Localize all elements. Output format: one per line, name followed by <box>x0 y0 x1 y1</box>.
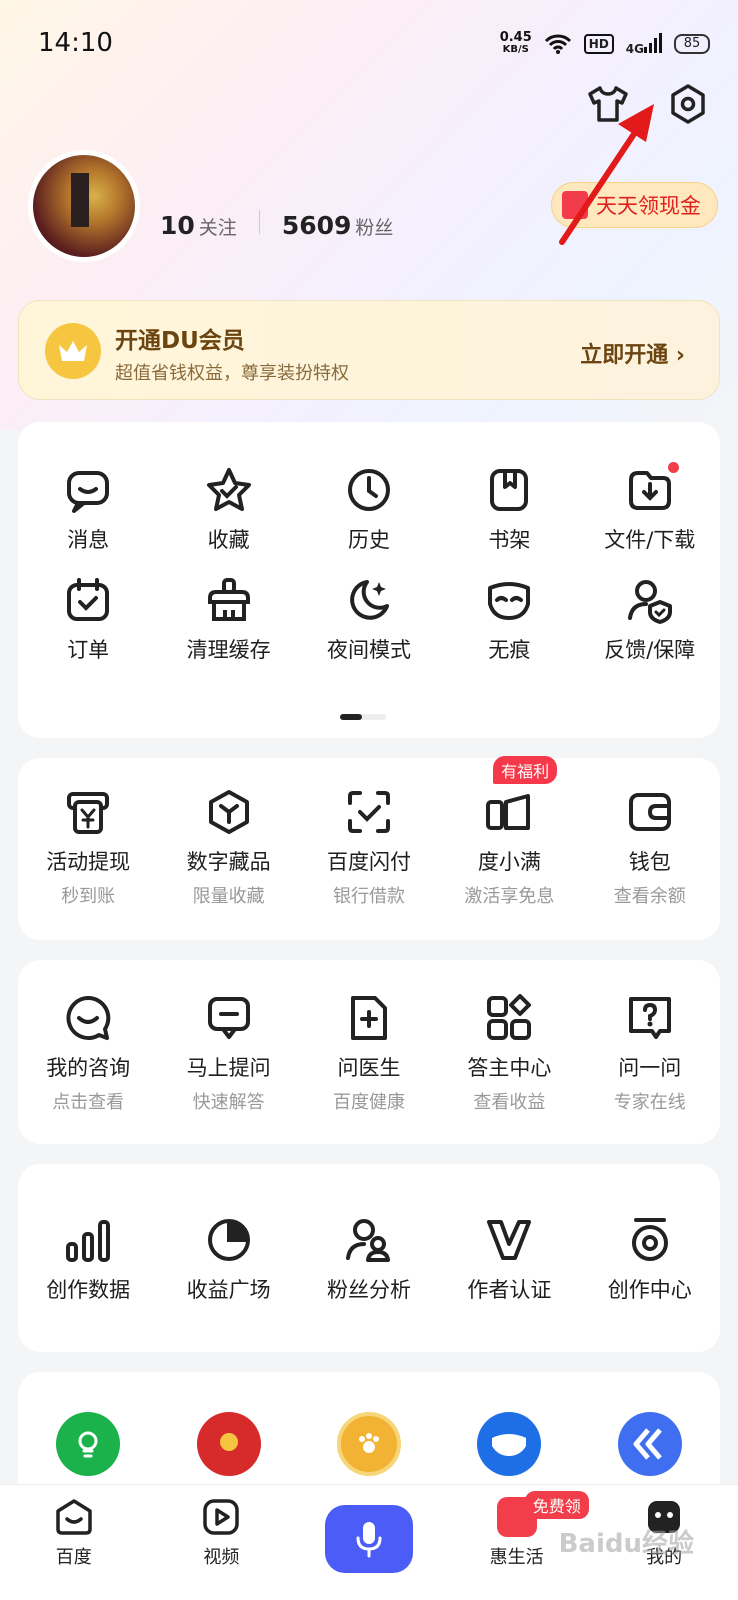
tool-incognito[interactable]: 无痕 <box>439 576 579 664</box>
pie-chart-icon <box>207 1219 250 1261</box>
settings-icon[interactable] <box>666 82 710 126</box>
government-emblem-icon <box>196 1412 261 1476</box>
download-folder-icon <box>628 471 671 510</box>
page-indicator <box>340 714 386 720</box>
broom-icon <box>207 578 250 621</box>
chevron-logo-icon <box>617 1412 682 1476</box>
tool-feedback[interactable]: 反馈/保障 <box>580 576 720 664</box>
vip-banner[interactable]: 开通DU会员 超值省钱权益，尊享装扮特权 立即开通 › <box>18 300 720 400</box>
bar-chart-icon <box>66 1220 111 1262</box>
fans-stat[interactable]: 5609 粉丝 <box>282 211 394 240</box>
service-item-5[interactable] <box>580 1412 720 1476</box>
network-speed: 0.45 KB/S <box>499 30 532 55</box>
mask-icon <box>488 582 531 620</box>
tab-home[interactable]: 百度 <box>0 1485 148 1600</box>
daily-cash-button[interactable]: 天天领现金 <box>551 182 718 228</box>
ask-now-item[interactable]: 马上提问 快速解答 <box>158 994 298 1114</box>
question-bubble-icon <box>628 997 671 1039</box>
following-stat[interactable]: 10 关注 <box>160 211 237 240</box>
author-verify-item[interactable]: 作者认证 <box>439 1216 579 1304</box>
benefit-badge: 有福利 <box>493 756 558 784</box>
signal-icon: 4G <box>626 32 662 56</box>
creation-data-item[interactable]: 创作数据 <box>18 1216 158 1304</box>
service-item-2[interactable] <box>158 1412 298 1476</box>
tool-downloads[interactable]: 文件/下载 <box>580 462 720 554</box>
order-icon <box>67 578 110 621</box>
tools-card: 消息 收藏 历史 书架 文件/下载 订单 清理缓存 夜间模式 无痕 反馈/保障 <box>18 422 720 738</box>
stats-divider <box>258 210 260 234</box>
tool-bookshelf[interactable]: 书架 <box>439 466 579 554</box>
vip-open-button[interactable]: 立即开通 › <box>580 337 685 369</box>
cube-icon <box>208 790 249 834</box>
my-consultation-item[interactable]: 我的咨询 点击查看 <box>18 994 158 1114</box>
fans-analysis-item[interactable]: 粉丝分析 <box>299 1216 439 1304</box>
video-play-icon <box>203 1499 240 1535</box>
chat-smile-icon <box>66 995 111 1040</box>
tab-voice-search[interactable] <box>295 1485 443 1600</box>
creator-card: 创作数据 收益广场 粉丝分析 作者认证 创作中心 <box>18 1164 720 1352</box>
service-item-4[interactable] <box>439 1412 579 1476</box>
tool-night-mode[interactable]: 夜间模式 <box>299 576 439 664</box>
red-envelope-icon <box>562 191 588 219</box>
service-item-3[interactable] <box>299 1412 439 1476</box>
vip-subtitle: 超值省钱权益，尊享装扮特权 <box>115 363 349 384</box>
card-stack-icon <box>486 794 531 830</box>
tab-video[interactable]: 视频 <box>148 1485 296 1600</box>
status-time: 14:10 <box>38 28 113 58</box>
user-shield-icon <box>627 580 672 624</box>
status-bar: 14:10 0.45 KB/S HD 4G 85 <box>0 28 738 64</box>
top-actions <box>586 82 710 126</box>
apps-icon <box>487 994 532 1040</box>
profile-stats: 10 关注 5609 粉丝 <box>160 210 393 240</box>
hd-badge: HD <box>583 34 614 54</box>
yen-ticket-icon <box>67 792 110 834</box>
tshirt-icon[interactable] <box>586 82 630 126</box>
vip-title: 开通DU会员 <box>115 328 245 354</box>
bulb-badge-icon <box>56 1412 121 1476</box>
camera-circle-icon <box>631 1218 668 1261</box>
service-item-1[interactable] <box>18 1412 158 1476</box>
finance-card: 活动提现 秒到账 数字藏品 限量收藏 百度闪付 银行借款 有福利 度小满 激活享… <box>18 756 720 940</box>
answerer-center-item[interactable]: 答主中心 查看收益 <box>439 994 579 1114</box>
message-icon <box>67 471 110 513</box>
avatar[interactable] <box>28 150 140 262</box>
microphone-icon <box>356 1522 382 1558</box>
cash-withdraw-item[interactable]: 活动提现 秒到账 <box>18 788 158 908</box>
duxiaoman-item[interactable]: 有福利 度小满 激活享免息 <box>439 756 579 908</box>
profile-section: 10 关注 5609 粉丝 天天领现金 <box>28 150 718 270</box>
v-badge-icon <box>487 1220 532 1260</box>
baidu-flashpay-item[interactable]: 百度闪付 银行借款 <box>299 788 439 908</box>
crown-icon <box>45 323 101 379</box>
digital-collectibles-item[interactable]: 数字藏品 限量收藏 <box>158 788 298 908</box>
tool-clear-cache[interactable]: 清理缓存 <box>158 576 298 664</box>
tool-message[interactable]: 消息 <box>18 466 158 554</box>
battery-icon: 85 <box>674 34 710 54</box>
ask-doctor-item[interactable]: 问医生 百度健康 <box>299 994 439 1114</box>
medical-doc-icon <box>350 996 387 1040</box>
creation-center-item[interactable]: 创作中心 <box>580 1216 720 1304</box>
ask-expert-item[interactable]: 问一问 专家在线 <box>580 994 720 1114</box>
wallet-icon <box>628 793 671 831</box>
chat-minus-icon <box>207 997 250 1039</box>
users-icon <box>345 1219 390 1262</box>
qa-card: 我的咨询 点击查看 马上提问 快速解答 问医生 百度健康 答主中心 查看收益 问… <box>18 960 720 1144</box>
earnings-plaza-item[interactable]: 收益广场 <box>158 1216 298 1304</box>
wifi-icon <box>544 34 571 54</box>
tool-favorites[interactable]: 收藏 <box>158 466 298 554</box>
clock-icon <box>347 469 390 511</box>
scan-check-icon <box>347 791 390 833</box>
notification-dot <box>667 462 679 473</box>
tool-orders[interactable]: 订单 <box>18 576 158 664</box>
free-gift-badge: 免费领 <box>524 1491 589 1519</box>
microphone-button[interactable] <box>324 1505 413 1573</box>
paw-medal-icon <box>336 1412 401 1476</box>
moon-icon <box>350 580 389 620</box>
tool-history[interactable]: 历史 <box>299 466 439 554</box>
mask-badge-icon <box>477 1412 542 1476</box>
watermark: Baidu经验 <box>558 1529 694 1559</box>
bookshelf-icon <box>490 469 529 511</box>
star-icon <box>206 468 251 511</box>
home-smile-icon <box>56 1499 92 1535</box>
wallet-item[interactable]: 钱包 查看余额 <box>580 788 720 908</box>
